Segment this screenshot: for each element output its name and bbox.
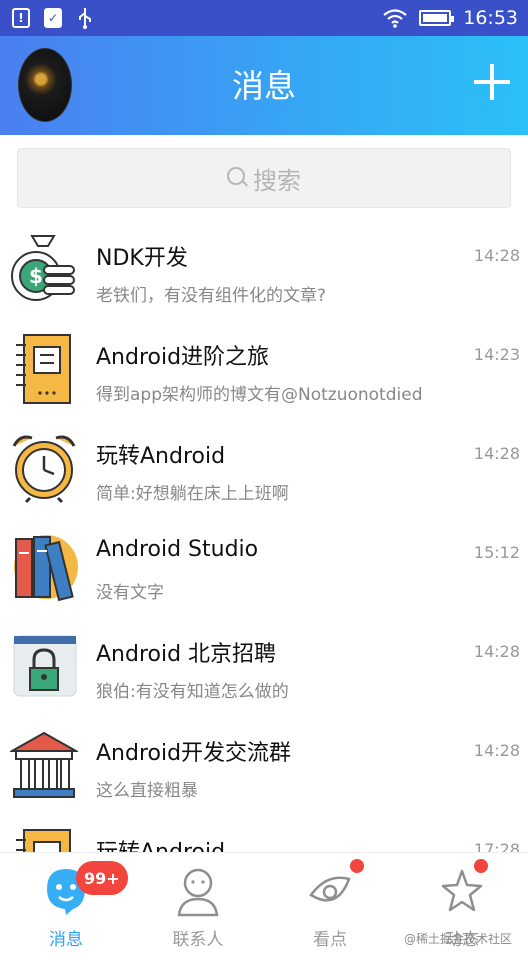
chat-message: 这么直接粗暴 (96, 781, 198, 801)
wifi-icon (383, 9, 407, 28)
search-placeholder: 搜索 (253, 166, 301, 195)
eye-icon (309, 876, 351, 902)
chat-name: Android进阶之旅 (96, 345, 270, 370)
status-right: 16:53 (383, 7, 518, 29)
chat-time: 14:28 (473, 741, 520, 760)
chat-name: Android 北京招聘 (96, 642, 277, 667)
alert-icon: ! (12, 8, 30, 28)
tab-messages[interactable]: 99+ 消息 (0, 853, 132, 960)
plus-icon[interactable] (474, 64, 510, 100)
page-title: 消息 (231, 67, 296, 105)
unread-badge: 99+ (76, 861, 128, 895)
chat-time: 15:12 (473, 543, 520, 562)
svg-text:$: $ (29, 264, 43, 288)
chat-time: 14:28 (473, 246, 520, 265)
chat-name: Android开发交流群 (96, 741, 292, 766)
chat-item[interactable]: $ NDK开发 老铁们，有没有组件化的文章? 14:28 (0, 226, 528, 325)
chat-item[interactable]: 玩转Android 17:28 (0, 820, 528, 852)
search-bar: 搜索 (0, 135, 528, 223)
chat-list: $ NDK开发 老铁们，有没有组件化的文章? 14:28 Android进阶之旅… (0, 226, 528, 852)
binders-icon (14, 535, 78, 602)
chat-time: 14:28 (473, 642, 520, 661)
chat-time: 14:23 (473, 345, 520, 364)
notebook-icon (16, 334, 71, 404)
app-header: 消息 (0, 36, 528, 135)
chat-name: NDK开发 (96, 246, 188, 271)
status-left-icons: ! ✓ (12, 7, 94, 29)
chat-name: 玩转Android (96, 444, 226, 469)
chat-name: 玩转Android (96, 834, 225, 852)
chat-message: 简单:好想躺在床上上班啊 (96, 484, 289, 504)
chat-message: 老铁们，有没有组件化的文章? (96, 286, 327, 306)
tab-discover[interactable]: 看点 (264, 853, 396, 960)
bank-building-icon (10, 731, 78, 798)
lock-window-icon (13, 635, 77, 697)
chat-message: 得到app架构师的博文有@Notzuonotdied (96, 385, 423, 405)
person-icon (177, 868, 219, 917)
chat-item[interactable]: Android开发交流群 这么直接粗暴 14:28 (0, 721, 528, 820)
chat-time: 17:28 (473, 840, 520, 852)
tab-contacts[interactable]: 联系人 (132, 853, 264, 960)
notebook-icon (16, 829, 71, 852)
nav-label: 联系人 (172, 930, 224, 950)
star-icon (441, 869, 483, 912)
chat-message: 没有文字 (96, 583, 164, 603)
chat-time: 14:28 (473, 444, 520, 463)
alarm-clock-icon (12, 435, 76, 504)
status-bar: ! ✓ 16:53 (0, 0, 528, 36)
notification-dot (474, 859, 488, 873)
status-time: 16:53 (463, 7, 518, 29)
chat-item[interactable]: Android Studio 没有文字 15:12 (0, 523, 528, 622)
chat-message: 狼伯:有没有知道怎么做的 (96, 682, 289, 702)
search-input[interactable]: 搜索 (17, 148, 511, 208)
battery-icon (419, 10, 455, 26)
chat-name: Android Studio (96, 537, 259, 562)
nav-label: 消息 (49, 930, 83, 950)
search-icon (227, 167, 247, 189)
chat-item[interactable]: Android 北京招聘 狼伯:有没有知道怎么做的 14:28 (0, 622, 528, 721)
usb-icon (79, 8, 91, 29)
watermark: @稀土掘金技术社区 (403, 932, 512, 946)
money-bag-icon: $ (11, 235, 75, 301)
check-icon: ✓ (44, 8, 62, 28)
nav-label: 看点 (313, 930, 347, 950)
notification-dot (350, 859, 364, 873)
chat-item[interactable]: 玩转Android 简单:好想躺在床上上班啊 14:28 (0, 424, 528, 523)
chat-item[interactable]: Android进阶之旅 得到app架构师的博文有@Notzuonotdied 1… (0, 325, 528, 424)
